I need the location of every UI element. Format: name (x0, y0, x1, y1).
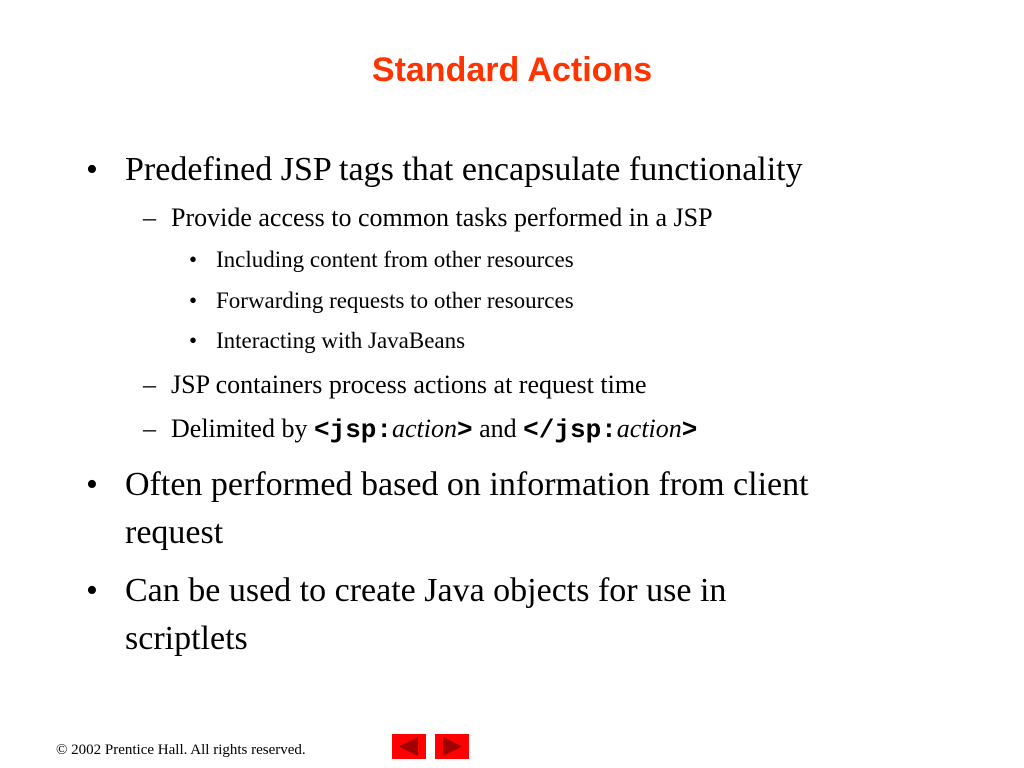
triangle-left-icon (399, 737, 418, 756)
close-tag-code: </jsp: (523, 415, 617, 445)
sub-bullet-text: JSP containers process actions at reques… (171, 370, 647, 399)
bullet-text: Predefined JSP tags that encapsulate fun… (125, 151, 803, 188)
close-tag-italic: action (616, 414, 682, 443)
sub-sub-bullet-text: Interacting with JavaBeans (216, 328, 466, 353)
bullet-text-line2: scriptlets (125, 620, 248, 657)
bullet-marker: • (189, 328, 198, 353)
delimited-middle: and (472, 414, 524, 443)
slide-title: Standard Actions (371, 51, 653, 89)
sub-sub-bullet-text: Including content from other resources (216, 247, 574, 272)
bullet-marker: • (86, 151, 98, 188)
dash-marker: – (143, 370, 156, 399)
open-tag-italic: action (392, 414, 457, 443)
sub-bullet-delimited: Delimited by <jsp:action> and </jsp:acti… (171, 413, 697, 446)
previous-slide-button[interactable] (392, 734, 426, 759)
open-tag-code: <jsp: (313, 415, 392, 445)
bullet-marker: • (189, 247, 198, 272)
sub-bullet-text: Provide access to common tasks performed… (171, 203, 713, 232)
bullet-text-line2: request (125, 514, 224, 551)
copyright-footer: © 2002 Prentice Hall. All rights reserve… (56, 742, 306, 758)
triangle-right-icon (443, 737, 462, 756)
bullet-marker: • (86, 466, 98, 503)
bullet-marker: • (189, 288, 198, 313)
dash-marker: – (143, 414, 156, 443)
bullet-text-line1: Can be used to create Java objects for u… (125, 572, 727, 609)
sub-sub-bullet-text: Forwarding requests to other resources (216, 288, 574, 313)
bullet-text-line1: Often performed based on information fro… (125, 466, 809, 503)
close-tag-end: > (681, 415, 698, 445)
open-tag-end: > (457, 415, 473, 445)
bullet-marker: • (86, 572, 98, 609)
delimited-prefix: Delimited by (171, 414, 314, 443)
next-slide-button[interactable] (435, 734, 469, 759)
dash-marker: – (143, 203, 156, 232)
